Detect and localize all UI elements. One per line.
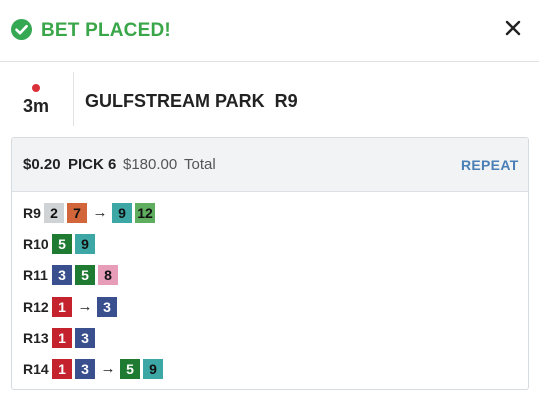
- runner-number-chip: 1: [52, 328, 72, 348]
- leg-race-label: R14: [23, 361, 49, 377]
- runner-number-chip: 7: [67, 203, 87, 223]
- runner-number-chip: 3: [75, 328, 95, 348]
- bet-summary-header: $0.20 PICK 6 $180.00 Total REPEAT: [12, 138, 528, 192]
- check-circle-icon: [11, 19, 32, 40]
- arrow-right-icon: →: [92, 204, 108, 221]
- bet-confirmation-header: BET PLACED!: [0, 0, 539, 62]
- close-icon[interactable]: [502, 17, 524, 39]
- leg-race-label: R12: [23, 299, 49, 315]
- bet-total-amount: $180.00: [123, 156, 178, 173]
- runner-number-chip: 3: [97, 297, 117, 317]
- bet-total-label: Total: [184, 156, 216, 173]
- runner-number-chip: 12: [135, 203, 155, 223]
- bet-leg-row: R14 1 3 → 5 9: [12, 358, 528, 380]
- bet-leg-row: R12 1 → 3: [12, 296, 528, 318]
- runner-number-chip: 1: [52, 297, 72, 317]
- leg-race-label: R10: [23, 236, 49, 252]
- runner-number-chip: 2: [44, 203, 64, 223]
- runner-number-chip: 8: [98, 265, 118, 285]
- runner-number-chip: 1: [52, 359, 72, 379]
- runner-number-chip: 5: [120, 359, 140, 379]
- live-indicator-icon: [32, 84, 40, 92]
- runner-number-chip: 3: [75, 359, 95, 379]
- runner-number-chip: 9: [112, 203, 132, 223]
- bet-summary-card: $0.20 PICK 6 $180.00 Total REPEAT R9 2 7 → 9…: [11, 137, 529, 390]
- runner-number-chip: 9: [143, 359, 163, 379]
- bet-type: PICK 6: [68, 156, 117, 173]
- leg-race-label: R13: [23, 330, 49, 346]
- bet-amount: $0.20: [23, 156, 61, 173]
- leg-race-label: R9: [23, 205, 41, 221]
- leg-race-label: R11: [23, 267, 48, 283]
- bet-leg-row: R9 2 7 → 9 12: [12, 202, 528, 224]
- bet-leg-row: R11 3 5 8: [12, 264, 528, 286]
- track-name: GULFSTREAM PARK R9: [85, 91, 298, 111]
- confirmation-title: BET PLACED!: [41, 20, 171, 41]
- runner-number-chip: 9: [75, 234, 95, 254]
- arrow-right-icon: →: [77, 298, 93, 315]
- bet-leg-row: R13 1 3: [12, 327, 528, 349]
- time-to-post: 3m: [23, 96, 50, 116]
- runner-number-chip: 5: [52, 234, 72, 254]
- repeat-button[interactable]: REPEAT: [461, 156, 519, 174]
- arrow-right-icon: →: [100, 360, 116, 377]
- runner-number-chip: 3: [52, 265, 72, 285]
- runner-number-chip: 5: [75, 265, 95, 285]
- bet-leg-row: R10 5 9: [12, 233, 528, 255]
- race-divider: [73, 72, 74, 126]
